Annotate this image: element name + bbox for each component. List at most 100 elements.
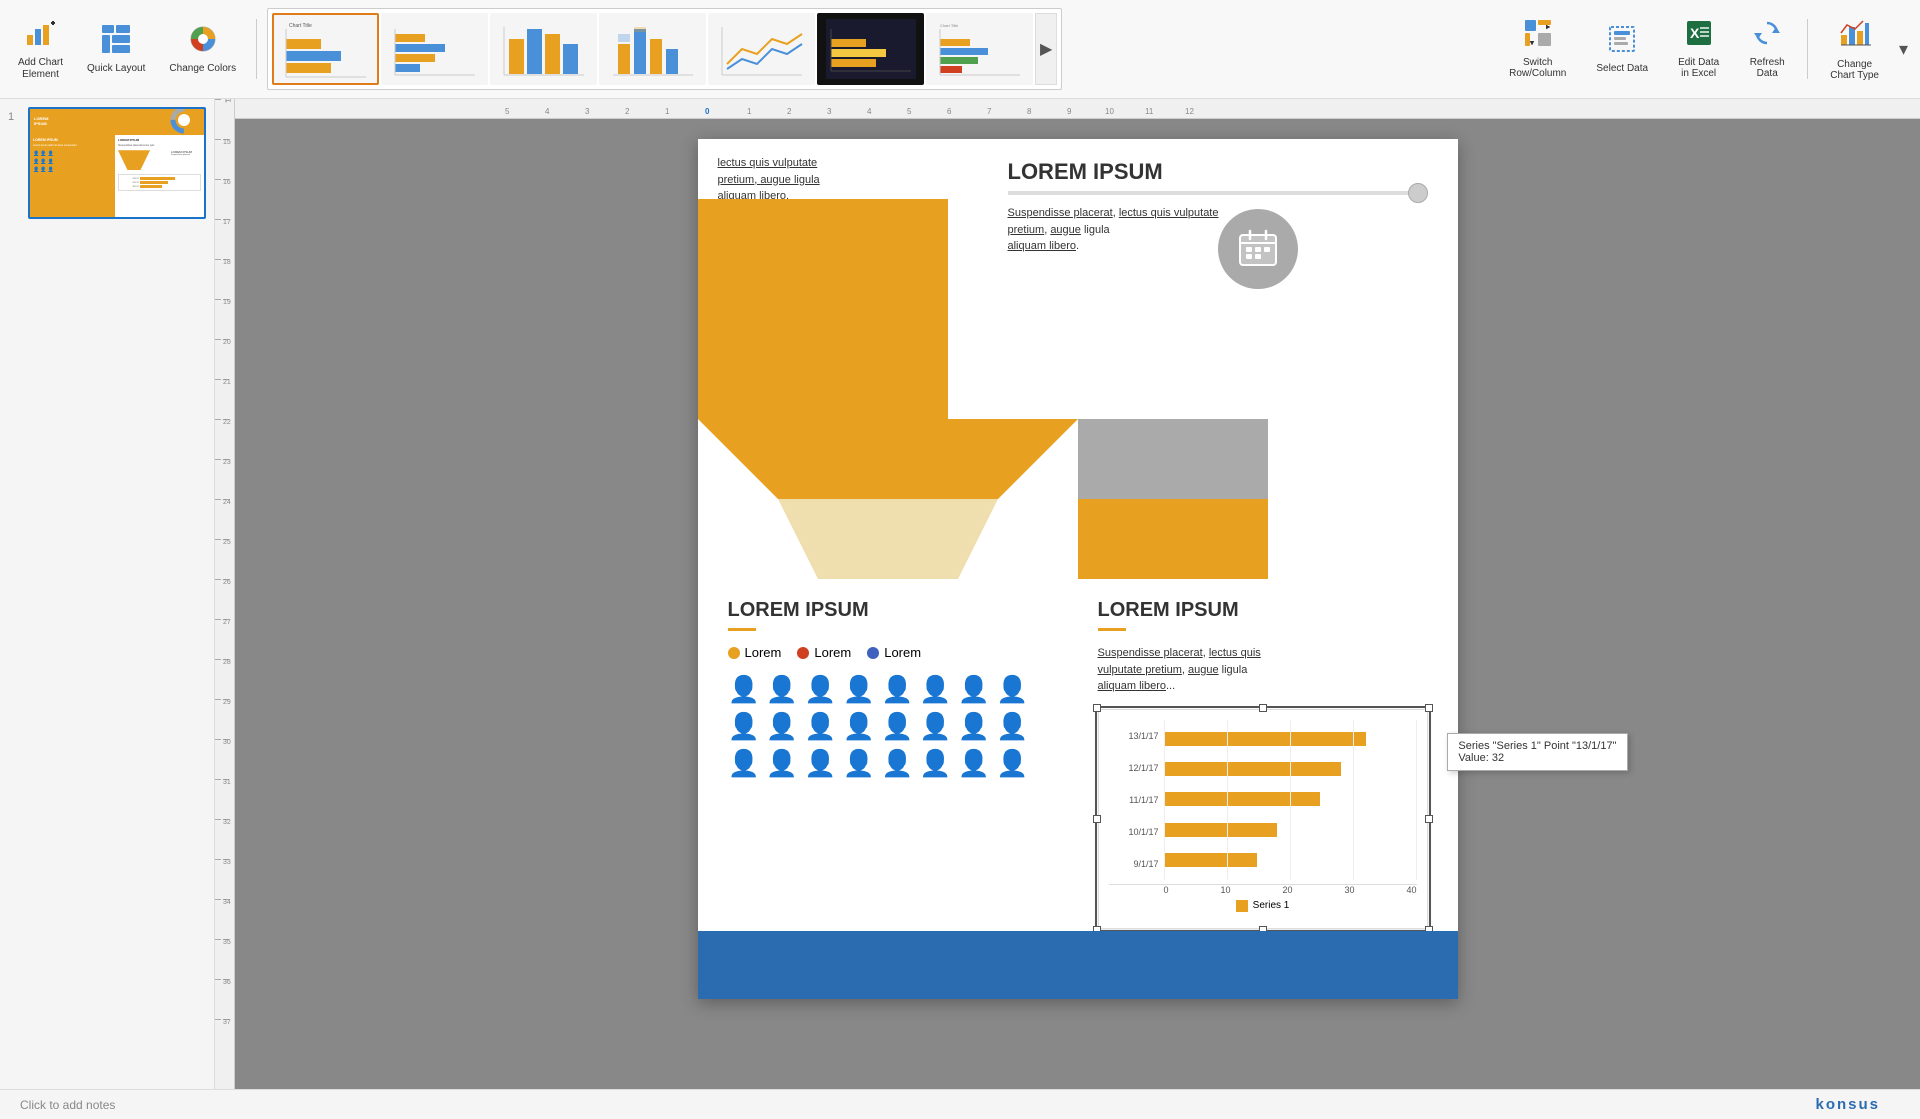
ruler-top: 5 4 3 2 1 0 1 2 3 4 5 6 7 8 9 10 11	[235, 99, 1920, 119]
chart-legend: Lorem Lorem Lorem	[728, 645, 1048, 660]
layout-thumb-5[interactable]	[708, 13, 815, 85]
slide-mini-content-1: LOREMIPSUM LOREM IPSUM	[30, 109, 204, 217]
bottom-right-divider	[1098, 628, 1126, 631]
slide-thumb-1: 1 LOREMIPSUM	[8, 107, 206, 219]
people-row-2: 👤 👤 👤 👤 👤 👤 👤 👤	[728, 711, 1048, 742]
people-row-3: 👤 👤 👤 👤 👤 👤 👤 👤	[728, 748, 1048, 779]
person-icon-y4: 👤	[843, 674, 875, 705]
calendar-icon-circle	[1218, 209, 1298, 289]
chart-y-axis: 13/1/17 12/1/17 11/1/17 10/1/17 9/1/17	[1109, 720, 1164, 880]
slides-panel: 1 LOREMIPSUM	[0, 99, 215, 1089]
refresh-data-button[interactable]: RefreshData	[1735, 13, 1799, 85]
add-chart-element-button[interactable]: Add ChartElement	[8, 11, 73, 87]
change-chart-type-dropdown-arrow[interactable]: ▾	[1895, 35, 1912, 64]
legend-label-3: Lorem	[884, 645, 921, 660]
bar-chart[interactable]: 13/1/17 12/1/17 11/1/17 10/1/17 9/1/17	[1098, 709, 1428, 929]
person-icon-gr2: 👤	[843, 711, 875, 742]
top-right-title: LOREM IPSUM	[1008, 159, 1428, 185]
change-colors-button[interactable]: Change Colors	[159, 17, 246, 81]
y-label-5: 9/1/17	[1109, 859, 1159, 869]
chart-bars-area	[1164, 720, 1417, 880]
x-label-10: 10	[1220, 885, 1230, 895]
notes-placeholder[interactable]: Click to add notes	[20, 1098, 115, 1112]
toolbar: Add ChartElement Quick Layout C	[0, 0, 1920, 99]
slide-page[interactable]: lectus quis vulputate pretium, augue lig…	[698, 139, 1458, 999]
layout-thumb-7[interactable]: Chart Title	[926, 13, 1033, 85]
edit-data-excel-icon: X	[1685, 19, 1713, 54]
person-icon-gb3: 👤	[958, 748, 990, 779]
edit-data-excel-label: Edit Datain Excel	[1678, 57, 1719, 79]
series-label: Series 1	[1253, 900, 1290, 911]
bottom-right-title: LOREM IPSUM	[1098, 599, 1438, 622]
person-icon-y5: 👤	[881, 674, 913, 705]
chart-layouts-panel: Chart Title	[267, 8, 1062, 90]
y-label-3: 11/1/17	[1109, 795, 1159, 805]
bar-chart-wrapper[interactable]: 13/1/17 12/1/17 11/1/17 10/1/17 9/1/17	[1098, 709, 1428, 929]
bar-row-1	[1164, 730, 1417, 748]
main-area: 1 LOREMIPSUM	[0, 99, 1920, 1089]
legend-dot-3	[867, 647, 879, 659]
bottom-right: LOREM IPSUM Suspendisse placerat, lectus…	[1078, 579, 1458, 949]
change-chart-type-icon	[1839, 17, 1871, 56]
svg-text:Chart Title: Chart Title	[289, 23, 312, 29]
chart-x-axis: 0 10 20 30 40	[1109, 884, 1417, 895]
change-chart-type-button[interactable]: ChangeChart Type	[1816, 11, 1893, 87]
person-icon-gr6: 👤	[996, 711, 1028, 742]
quick-layout-button[interactable]: Quick Layout	[77, 17, 155, 81]
person-icon-g2: 👤	[958, 674, 990, 705]
person-icon-y1: 👤	[728, 674, 760, 705]
layout-thumb-1[interactable]: Chart Title	[272, 13, 379, 85]
x-label-20: 20	[1282, 885, 1292, 895]
funnel-area	[698, 419, 1458, 579]
add-chart-element-icon	[25, 17, 57, 53]
bar-row-4	[1164, 821, 1417, 839]
legend-dot-2	[797, 647, 809, 659]
person-icon-g1: 👤	[919, 674, 951, 705]
slide-preview-1[interactable]: LOREMIPSUM LOREM IPSUM	[28, 107, 206, 219]
quick-layout-label: Quick Layout	[87, 63, 145, 75]
person-icon-y3: 👤	[804, 674, 836, 705]
person-icon-b2: 👤	[766, 748, 798, 779]
person-icon-b3: 👤	[804, 748, 836, 779]
bar-row-5	[1164, 851, 1417, 869]
toolbar-divider-1	[256, 19, 257, 79]
top-left-text: lectus quis vulputate pretium, augue lig…	[698, 139, 938, 205]
bar-fill-4	[1164, 823, 1278, 837]
select-data-label: Select Data	[1596, 63, 1648, 74]
konsus-text: konsus	[1815, 1096, 1880, 1113]
y-label-1: 13/1/17	[1109, 731, 1159, 741]
bar-fill-5	[1164, 853, 1258, 867]
notes-bar: Click to add notes konsus	[0, 1089, 1920, 1119]
select-data-button[interactable]: Select Data	[1582, 19, 1662, 80]
person-icon-gr1: 👤	[804, 711, 836, 742]
people-grid: 👤 👤 👤 👤 👤 👤 👤 👤	[728, 674, 1048, 779]
slide-number-1: 1	[8, 111, 22, 123]
x-label-30: 30	[1344, 885, 1354, 895]
y-label-2: 12/1/17	[1109, 763, 1159, 773]
svg-text:X: X	[1690, 25, 1700, 41]
bottom-right-desc: Suspendisse placerat, lectus quis vulput…	[1098, 645, 1438, 695]
refresh-data-icon	[1753, 19, 1781, 54]
tooltip-series: Series "Series 1" Point "13/1/17"	[1458, 740, 1616, 752]
layout-thumb-3[interactable]	[490, 13, 597, 85]
add-chart-element-label: Add ChartElement	[18, 57, 63, 81]
select-data-icon	[1608, 25, 1636, 60]
person-icon-b1: 👤	[728, 748, 760, 779]
bottom-left-title: LOREM IPSUM	[728, 599, 1048, 622]
x-label-40: 40	[1406, 885, 1416, 895]
switch-row-col-button[interactable]: SwitchRow/Column	[1495, 13, 1580, 85]
toolbar-divider-2	[1807, 19, 1808, 79]
change-colors-label: Change Colors	[169, 63, 236, 75]
x-label-0: 0	[1164, 885, 1169, 895]
edit-data-excel-button[interactable]: X Edit Datain Excel	[1664, 13, 1733, 85]
person-icon-y2: 👤	[766, 674, 798, 705]
tooltip-value: Value: 32	[1458, 752, 1616, 764]
layout-thumb-6[interactable]	[817, 13, 924, 85]
bar-fill-1	[1164, 732, 1366, 746]
person-icon-gr3: 👤	[881, 711, 913, 742]
layout-thumb-4[interactable]	[599, 13, 706, 85]
layout-scroll-right[interactable]: ▶	[1035, 13, 1057, 85]
person-icon-r2: 👤	[766, 711, 798, 742]
switch-row-col-label: SwitchRow/Column	[1509, 57, 1566, 79]
layout-thumb-2[interactable]	[381, 13, 488, 85]
